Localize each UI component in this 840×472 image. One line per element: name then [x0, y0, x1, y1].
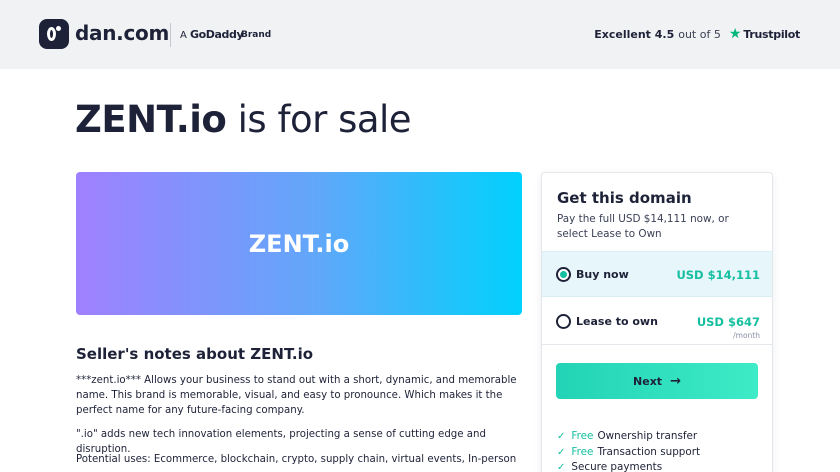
option-period: /month	[733, 331, 760, 340]
logo-divider	[170, 23, 171, 47]
check-icon: ✓	[557, 461, 566, 472]
perk-text: Secure payments	[571, 461, 663, 472]
brand-prefix: A	[180, 30, 187, 41]
seller-note-paragraph: ***zent.io*** Allows your business to st…	[76, 375, 517, 416]
seller-notes-title: Seller's notes about ZENT.io	[76, 345, 314, 363]
logo-text[interactable]: dan.com	[75, 21, 169, 45]
perk-item: ✓ Free Transaction support	[557, 446, 700, 458]
godaddy-brand: GoDaddy	[190, 28, 244, 41]
trustpilot-star-icon: ★	[728, 26, 742, 42]
check-icon: ✓	[557, 430, 566, 442]
perk-text: Ownership transfer	[597, 430, 698, 442]
perk-free: Free	[571, 446, 594, 458]
option-label: Buy now	[576, 268, 629, 281]
purchase-title: Get this domain	[557, 189, 692, 207]
perk-item: ✓ Free Ownership transfer	[557, 430, 697, 442]
check-icon: ✓	[557, 446, 566, 458]
banner-domain: ZENT.io	[248, 229, 350, 258]
trustpilot-label: Trustpilot	[743, 28, 800, 41]
rating-label: Excellent 4.5	[594, 28, 675, 41]
perk-item: ✓ Secure payments	[557, 461, 662, 472]
option-price: USD $14,111	[676, 268, 760, 282]
dan-logo-icon[interactable]	[39, 19, 69, 49]
radio-buy-now[interactable]	[556, 267, 571, 282]
perk-free: Free	[571, 430, 594, 442]
site-header: dan.com A GoDaddy Brand Excellent 4.5 ou…	[0, 0, 840, 69]
domain-banner: ZENT.io	[76, 172, 522, 315]
option-label: Lease to own	[576, 315, 658, 328]
option-buy-now[interactable]: Buy now USD $14,111	[542, 251, 772, 297]
title-suffix: is for sale	[237, 98, 412, 141]
page-title: ZENT.io is for sale	[75, 98, 412, 141]
title-domain: ZENT.io	[75, 98, 227, 141]
purchase-card: Get this domain Pay the full USD $14,111…	[541, 172, 773, 472]
trustpilot-rating[interactable]: Excellent 4.5 out of 5 ★ Trustpilot	[594, 26, 800, 42]
seller-note-paragraph: Potential uses: Ecommerce, blockchain, c…	[76, 454, 517, 465]
brand-suffix: Brand	[241, 30, 272, 40]
purchase-subtitle: Pay the full USD $14,111 now, or select …	[557, 213, 729, 240]
rating-outof: out of 5	[678, 28, 721, 41]
perk-text: Transaction support	[597, 446, 701, 458]
option-lease-to-own[interactable]: Lease to own USD $647 /month	[542, 299, 772, 345]
arrow-right-icon: →	[670, 373, 681, 389]
radio-lease-to-own[interactable]	[556, 314, 571, 329]
next-label: Next	[633, 374, 663, 388]
option-price: USD $647	[696, 315, 760, 329]
next-button[interactable]: Next →	[556, 363, 758, 399]
